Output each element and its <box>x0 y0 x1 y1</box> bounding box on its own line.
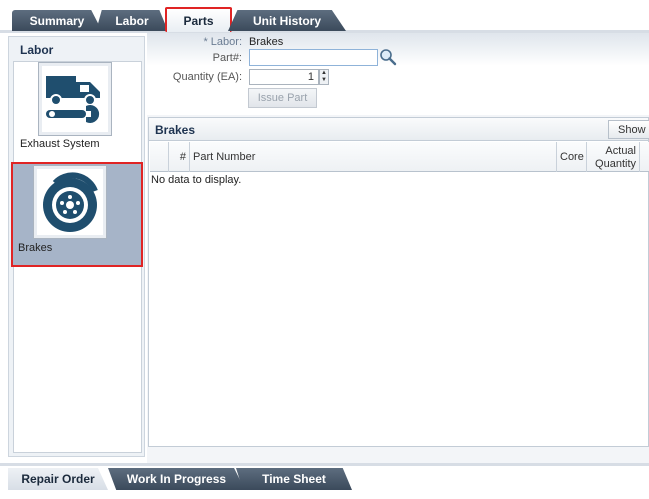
labor-item-label: Brakes <box>18 242 53 254</box>
truck-wrench-icon <box>38 62 112 136</box>
issue-part-button[interactable]: Issue Part <box>248 88 317 108</box>
bottom-tab-baseline <box>0 463 649 466</box>
column-actual-label: Actual <box>605 145 636 157</box>
tab-labor[interactable]: Labor <box>96 10 168 31</box>
parts-panel-title: Brakes <box>155 123 196 137</box>
show-button[interactable]: Show <box>608 120 649 139</box>
labor-item-brakes[interactable]: Brakes <box>11 162 143 267</box>
labor-item-exhaust-system[interactable]: Exhaust System <box>18 62 145 162</box>
labor-panel-title: Labor <box>20 43 54 57</box>
labor-value: Brakes <box>249 36 284 48</box>
column-quantity-label: Quantity <box>595 158 636 170</box>
column-core-label: Core <box>560 151 584 163</box>
parts-table-header: # Part Number Core Actual Quantity <box>150 142 649 172</box>
column-part-number[interactable]: Part Number <box>190 142 557 172</box>
column-number-label: # <box>179 151 186 163</box>
top-tab-bar: Summary Labor Parts Unit History <box>0 0 649 33</box>
bottom-tab-bar: Repair Order Work In Progress Time Sheet <box>0 463 649 499</box>
labor-list: Exhaust System Brakes <box>11 61 145 453</box>
tab-summary[interactable]: Summary <box>12 10 102 31</box>
column-select[interactable] <box>150 142 169 172</box>
parts-panel: Brakes Show # Part Number Core Actual Qu… <box>148 117 649 447</box>
tab-unit-history[interactable]: Unit History <box>228 10 346 31</box>
labor-panel: Labor Exhaust System Brakes <box>8 36 145 457</box>
stepper-up-icon[interactable]: ▲ <box>320 70 328 77</box>
parts-panel-header: Brakes Show <box>149 118 649 141</box>
tab-parts[interactable]: Parts <box>165 7 232 32</box>
labor-item-label: Exhaust System <box>20 138 100 150</box>
column-actual-quantity[interactable]: Actual Quantity <box>587 142 640 172</box>
quantity-stepper[interactable]: ▲ ▼ <box>319 69 329 85</box>
tab-time-sheet[interactable]: Time Sheet <box>236 468 352 490</box>
empty-message: No data to display. <box>151 174 242 186</box>
stepper-down-icon[interactable]: ▼ <box>320 77 328 84</box>
part-number-label: Part#: <box>212 52 242 64</box>
tab-work-in-progress[interactable]: Work In Progress <box>108 468 245 490</box>
part-number-input[interactable] <box>249 49 378 66</box>
quantity-input[interactable]: 1 <box>249 69 319 85</box>
column-number[interactable]: # <box>169 142 190 172</box>
search-icon[interactable] <box>379 48 397 66</box>
brake-disc-icon <box>33 165 107 239</box>
column-part-number-label: Part Number <box>193 151 256 163</box>
tab-repair-order[interactable]: Repair Order <box>8 468 108 490</box>
labor-label: * Labor: <box>203 36 242 48</box>
column-core[interactable]: Core <box>557 142 587 172</box>
quantity-label: Quantity (EA): <box>172 71 242 83</box>
